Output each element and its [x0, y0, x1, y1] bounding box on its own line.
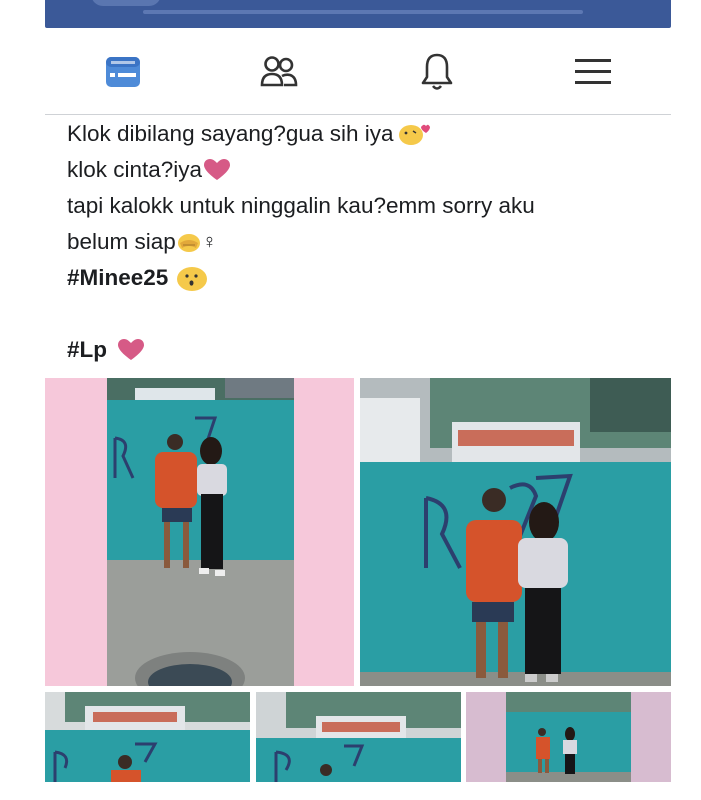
post-line-6: #Lp: [67, 332, 667, 368]
friends-icon: [260, 56, 298, 87]
tab-news-feed[interactable]: [101, 50, 145, 94]
top-bar: [45, 0, 671, 28]
tab-menu[interactable]: [571, 50, 615, 94]
photo-5-image: [466, 692, 671, 782]
menu-icon: [575, 59, 611, 84]
nav-bar: [45, 28, 671, 115]
heart-icon: [204, 159, 231, 180]
heart-icon: [118, 339, 145, 360]
post-photo-4[interactable]: [256, 692, 461, 782]
post-line-5: #Minee25: [67, 260, 667, 296]
post-line-2: klok cinta?iya: [67, 152, 667, 188]
post-photo-5[interactable]: [466, 692, 671, 782]
post-photo-3[interactable]: [45, 692, 250, 782]
tab-friends[interactable]: [257, 50, 301, 94]
hashtag-minee25[interactable]: #Minee25: [67, 260, 168, 296]
news-feed-icon: [106, 57, 140, 87]
notifications-icon: [421, 53, 453, 90]
tab-notifications[interactable]: [415, 50, 459, 94]
photo-1-image: [45, 378, 354, 686]
post-photo-1[interactable]: [45, 378, 354, 686]
post-photo-2[interactable]: [360, 378, 671, 686]
post-line-1: Klok dibilang sayang?gua sih iya: [67, 116, 667, 152]
photo-4-image: [256, 692, 461, 782]
hushed-emoji-icon: [177, 267, 208, 291]
search-bar[interactable]: [143, 10, 583, 14]
facepalm-emoji-icon: [177, 234, 200, 252]
photo-3-image: [45, 692, 250, 782]
post-text: Klok dibilang sayang?gua sih iya klok ci…: [67, 116, 667, 368]
post-line-4: belum siap ♀: [67, 224, 667, 260]
kissing-heart-emoji-icon: [399, 124, 431, 145]
hashtag-lp[interactable]: #Lp: [67, 332, 107, 368]
camera-button[interactable]: [91, 0, 161, 6]
photo-2-image: [360, 378, 671, 686]
post-line-3: tapi kalokk untuk ninggalin kau?emm sorr…: [67, 193, 535, 218]
female-sign: ♀: [201, 231, 217, 253]
